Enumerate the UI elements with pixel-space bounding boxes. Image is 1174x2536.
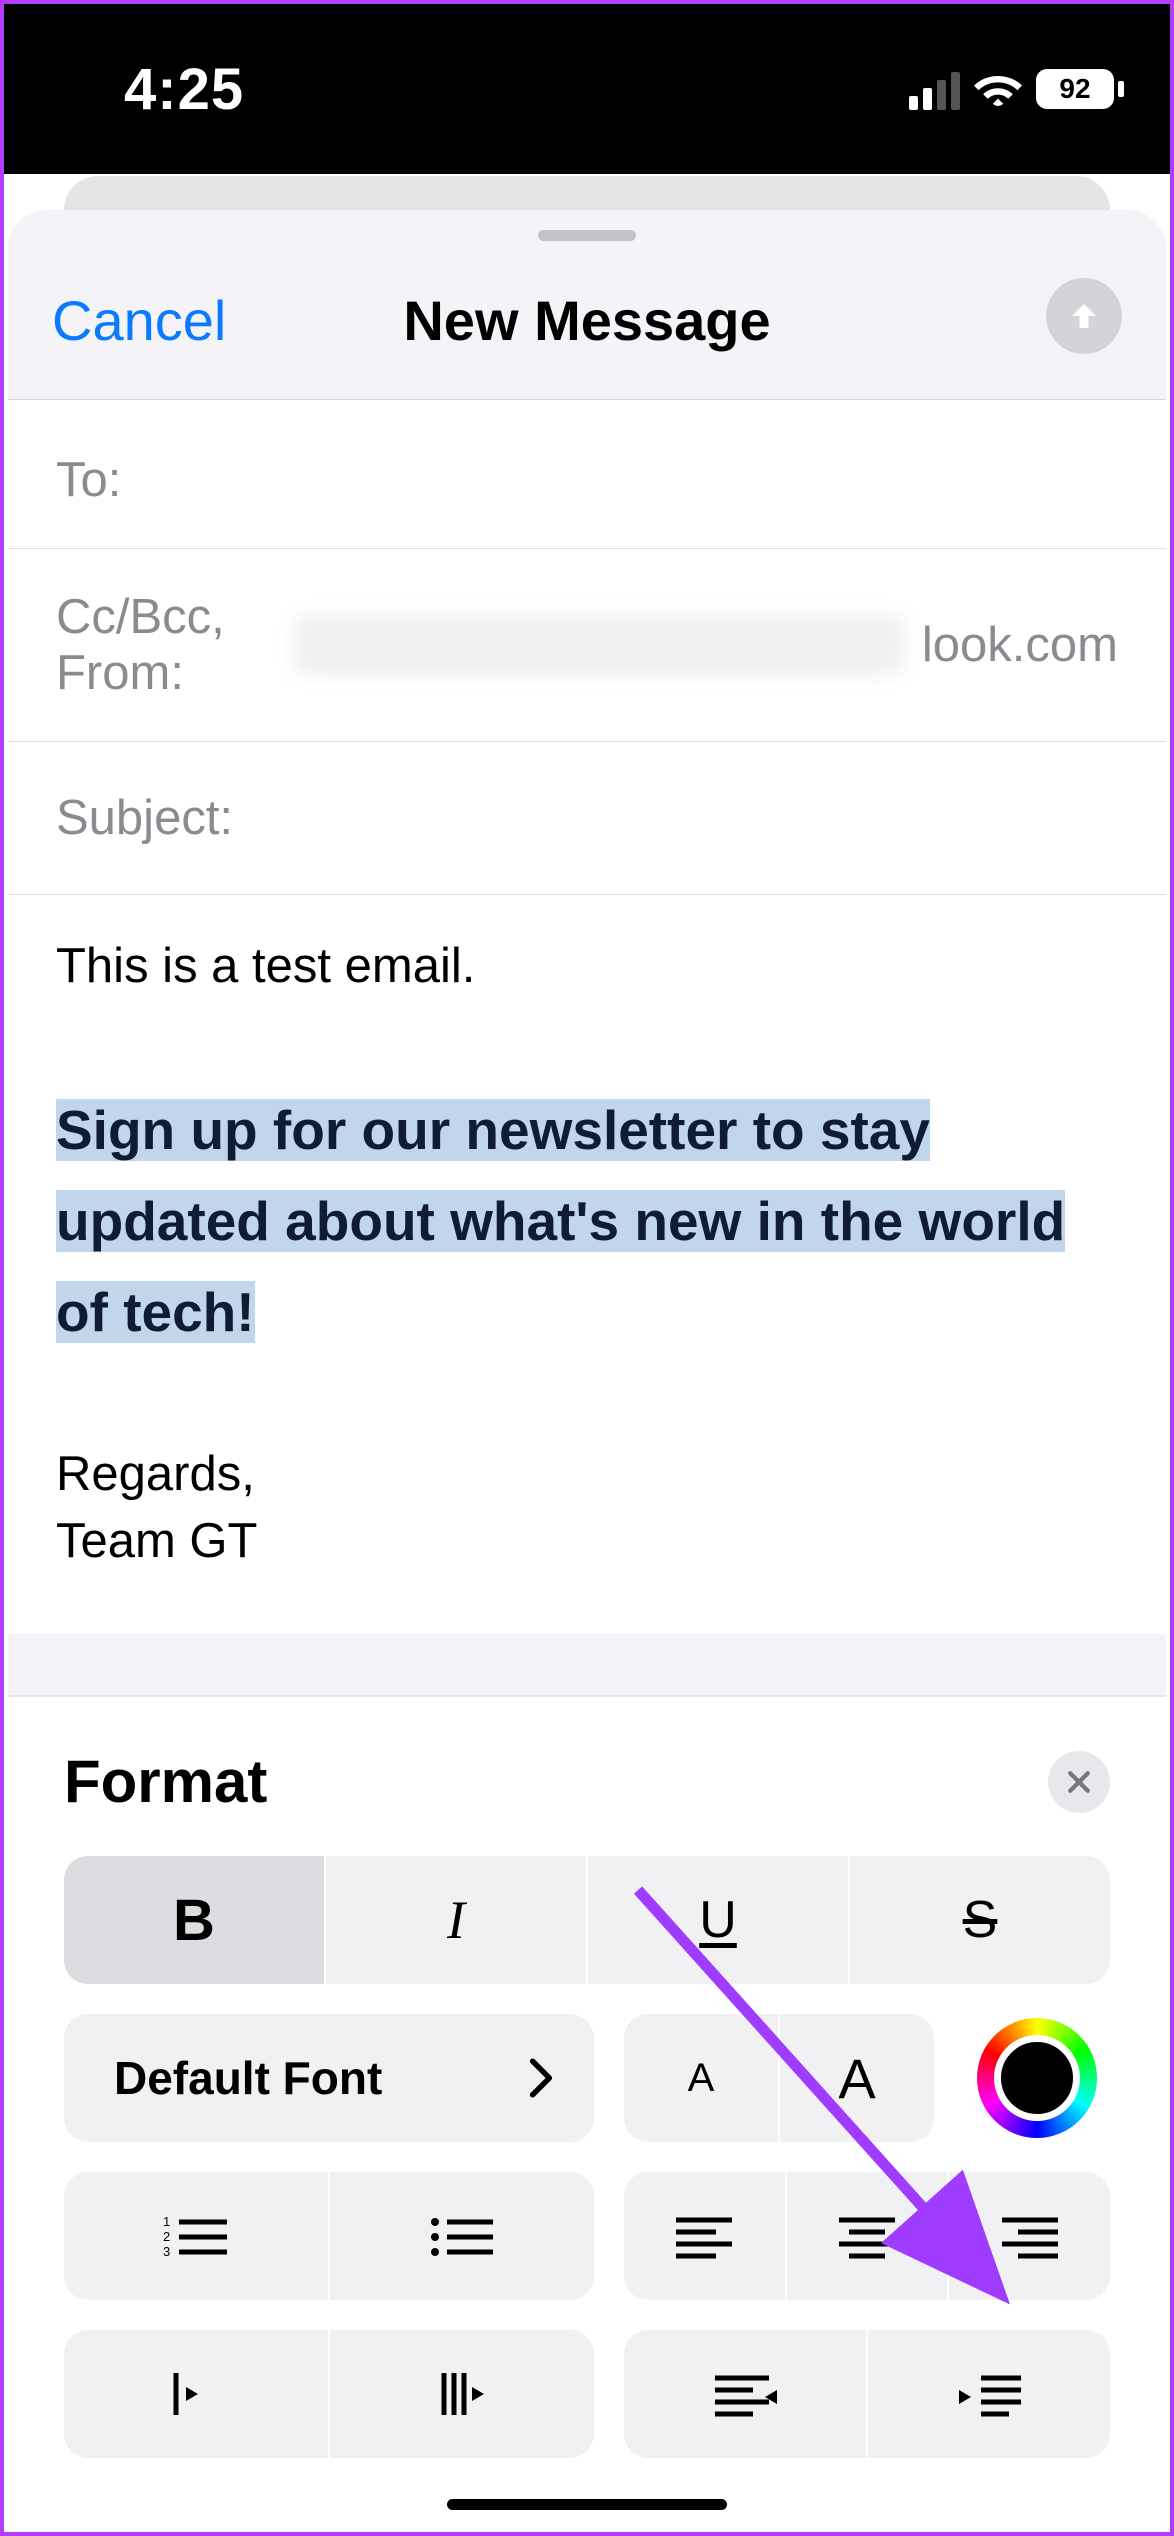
- ccbcc-label: Cc/Bcc, From:: [56, 589, 268, 701]
- ccbcc-from-field[interactable]: Cc/Bcc, From: look.com: [8, 549, 1166, 742]
- outdent-icon: [709, 2370, 781, 2418]
- subject-label: Subject:: [56, 791, 233, 845]
- svg-text:2: 2: [163, 2229, 170, 2244]
- decrease-indent-button[interactable]: [624, 2330, 868, 2458]
- ltr-direction-button[interactable]: [64, 2330, 330, 2458]
- to-field[interactable]: To:: [8, 400, 1166, 549]
- body-line-1: This is a test email.: [56, 933, 1118, 999]
- list-segment: 123: [64, 2172, 594, 2300]
- rtl-icon: [432, 2367, 492, 2421]
- rtl-direction-button[interactable]: [330, 2330, 594, 2458]
- numbered-list-button[interactable]: 123: [64, 2172, 330, 2300]
- decrease-font-size-button[interactable]: A: [624, 2014, 780, 2142]
- align-right-button[interactable]: [949, 2172, 1110, 2300]
- page-title: New Message: [8, 288, 1166, 353]
- italic-button[interactable]: I: [326, 1856, 588, 1984]
- close-icon: [1064, 1767, 1094, 1797]
- chevron-right-icon: [528, 2057, 554, 2099]
- text-direction-segment: [64, 2330, 594, 2458]
- body-highlighted-text: Sign up for our newsletter to stay updat…: [56, 1099, 1065, 1343]
- compose-sheet: Cancel New Message To: Cc/Bcc, From: loo…: [8, 210, 1166, 2528]
- format-title: Format: [64, 1747, 267, 1816]
- align-center-button[interactable]: [787, 2172, 950, 2300]
- ltr-icon: [166, 2367, 226, 2421]
- format-panel: Format B I U S Default Font: [8, 1695, 1166, 2528]
- align-center-icon: [835, 2212, 899, 2260]
- body-signature-line1: Regards,: [56, 1441, 1118, 1507]
- align-left-icon: [672, 2212, 736, 2260]
- cellular-signal-icon: [909, 68, 960, 110]
- send-button[interactable]: [1046, 278, 1122, 354]
- sheet-grabber[interactable]: [538, 230, 636, 241]
- strikethrough-button[interactable]: S: [850, 1856, 1110, 1984]
- alignment-segment: [624, 2172, 1110, 2300]
- message-body[interactable]: This is a test email. Sign up for our ne…: [8, 895, 1166, 1634]
- numbered-list-icon: 123: [161, 2210, 231, 2262]
- indent-icon: [953, 2370, 1025, 2418]
- font-size-segment: A A: [624, 2014, 934, 2142]
- indent-segment: [624, 2330, 1110, 2458]
- status-time: 4:25: [124, 56, 244, 123]
- wifi-icon: [974, 69, 1022, 109]
- from-address-suffix: look.com: [922, 617, 1118, 673]
- font-picker-button[interactable]: Default Font: [64, 2014, 594, 2142]
- body-signature-line2: Team GT: [56, 1508, 1118, 1574]
- underline-button[interactable]: U: [588, 1856, 850, 1984]
- arrow-up-icon: [1066, 298, 1102, 334]
- font-picker-label: Default Font: [114, 2051, 382, 2105]
- to-label: To:: [56, 452, 121, 508]
- format-close-button[interactable]: [1048, 1751, 1110, 1813]
- subject-field[interactable]: Subject:: [8, 742, 1166, 895]
- text-color-button[interactable]: [964, 2014, 1110, 2142]
- bullet-list-button[interactable]: [330, 2172, 594, 2300]
- svg-text:3: 3: [163, 2244, 170, 2259]
- text-style-segment: B I U S: [64, 1856, 1110, 1984]
- battery-percent: 92: [1036, 69, 1114, 109]
- home-indicator: [447, 2499, 727, 2510]
- increase-font-size-button[interactable]: A: [780, 2014, 934, 2142]
- status-bar: 4:25 92: [4, 4, 1170, 174]
- compose-fields: To: Cc/Bcc, From: look.com Subject:: [8, 400, 1166, 895]
- color-wheel-icon: [977, 2018, 1097, 2138]
- increase-indent-button[interactable]: [868, 2330, 1110, 2458]
- align-left-button[interactable]: [624, 2172, 787, 2300]
- from-address-redacted: [294, 615, 904, 675]
- sheet-header: Cancel New Message: [8, 210, 1166, 400]
- bullet-list-icon: [427, 2210, 497, 2262]
- align-right-icon: [998, 2212, 1062, 2260]
- bold-button[interactable]: B: [64, 1856, 326, 1984]
- svg-text:1: 1: [163, 2214, 170, 2229]
- battery-icon: 92: [1036, 69, 1124, 109]
